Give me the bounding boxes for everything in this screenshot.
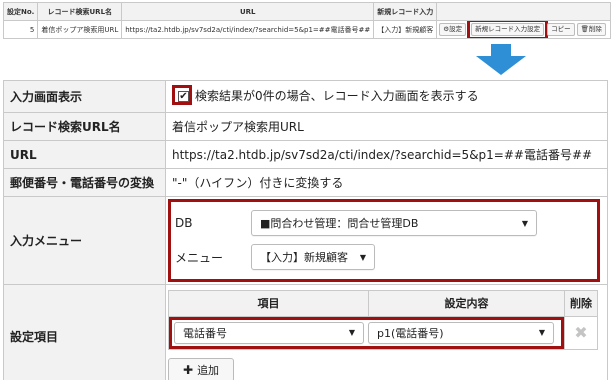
db-select[interactable]: ■問合わせ管理：問合せ管理DB ▼ [251, 210, 537, 236]
col-header-actions [436, 2, 611, 21]
row-settings: 設定項目 項目 設定内容 削除 電話番号 ▼ p1(電話番号) ▼ ✖ ✚ 追加 [3, 284, 608, 380]
trash-icon: 🗑 [580, 25, 589, 33]
row-postal-phone: 郵便番号・電話番号の変換 "-"（ハイフン）付きに変換する [3, 168, 608, 197]
col-header-new-record: 新規レコード入力 [373, 2, 438, 21]
content-select-value: p1(電話番号) [377, 326, 444, 340]
menu-label: メニュー [175, 250, 224, 265]
settings-header-row: 項目 設定内容 削除 [168, 289, 598, 317]
url-label: URL [3, 140, 166, 169]
url-value: https://ta2.htdb.jp/sv7sd2a/cti/index/?s… [165, 140, 608, 169]
caret-down-icon: ▼ [348, 328, 355, 337]
col-header-content: 設定内容 [368, 289, 565, 317]
close-icon: ✖ [574, 323, 588, 342]
new-record-setting-button[interactable]: 新規レコード入力設定 [471, 23, 545, 36]
menu-row: メニュー 【入力】新規顧客 ▼ [175, 240, 591, 274]
copy-button[interactable]: コピー [547, 23, 575, 36]
caret-down-icon: ▼ [359, 252, 366, 262]
cell-actions: ⚙設定 新規レコード入力設定 コピー 🗑削除 [436, 20, 611, 39]
caret-down-icon: ▼ [521, 218, 528, 228]
col-header-item: 項目 [168, 289, 369, 317]
settings-button-label: 設定 [449, 25, 463, 33]
add-item-button[interactable]: ✚ 追加 [168, 357, 235, 380]
db-select-value: ■問合わせ管理：問合せ管理DB [260, 217, 419, 230]
postal-phone-label: 郵便番号・電話番号の変換 [3, 168, 166, 197]
add-item-label: 追加 [197, 363, 220, 377]
search-url-name-value: 着信ポップア検索用URL [165, 112, 608, 141]
cell-new-record: 【入力】新規顧客 [373, 20, 438, 39]
input-menu-label: 入力メニュー [3, 196, 166, 285]
new-record-input-settings-form: 入力画面表示 ✔ 検索結果が0件の場合、レコード入力画面を表示する レコード検索… [3, 80, 608, 380]
settings-button[interactable]: ⚙設定 [439, 23, 467, 36]
highlight-box: 新規レコード入力設定 [467, 21, 549, 38]
row-url: URL https://ta2.htdb.jp/sv7sd2a/cti/inde… [3, 140, 608, 169]
col-header-delete: 削除 [564, 289, 598, 317]
show-input-screen-checkbox[interactable]: ✔ [178, 91, 189, 102]
down-arrow-icon [476, 44, 526, 75]
delete-button[interactable]: 🗑削除 [576, 23, 606, 36]
menu-select[interactable]: 【入力】新規顧客 ▼ [251, 244, 375, 270]
show-input-screen-option: ✔ 検索結果が0件の場合、レコード入力画面を表示する [172, 85, 479, 105]
cell-no: 5 [2, 20, 39, 39]
cell-name: 着信ポップア検索用URL [37, 20, 123, 39]
input-screen-label: 入力画面表示 [3, 80, 166, 113]
search-url-name-label: レコード検索URL名 [3, 112, 166, 141]
settings-items-table: 項目 設定内容 削除 電話番号 ▼ p1(電話番号) ▼ ✖ [168, 289, 598, 350]
table-row: 電話番号 ▼ p1(電話番号) ▼ ✖ [168, 315, 598, 350]
db-row: DB ■問合わせ管理：問合せ管理DB ▼ [175, 206, 591, 240]
table-row: 5 着信ポップア検索用URL https://ta2.htdb.jp/sv7sd… [2, 20, 611, 39]
postal-phone-value: "-"（ハイフン）付きに変換する [165, 168, 608, 197]
menu-select-value: 【入力】新規顧客 [260, 251, 348, 264]
record-search-url-list: 設定No. レコード検索URL名 URL 新規レコード入力 5 着信ポップア検索… [2, 2, 611, 39]
content-select[interactable]: p1(電話番号) ▼ [368, 321, 554, 344]
row-input-screen: 入力画面表示 ✔ 検索結果が0件の場合、レコード入力画面を表示する [3, 80, 608, 113]
list-header-row: 設定No. レコード検索URL名 URL 新規レコード入力 [2, 2, 611, 21]
highlight-box: DB ■問合わせ管理：問合せ管理DB ▼ メニュー 【入力】新規顧客 ▼ [168, 199, 600, 282]
db-label: DB [175, 216, 193, 230]
item-select[interactable]: 電話番号 ▼ [174, 321, 364, 344]
settings-label: 設定項目 [3, 284, 166, 380]
highlight-box: 電話番号 ▼ p1(電話番号) ▼ [169, 316, 564, 349]
delete-row-button[interactable]: ✖ [564, 315, 598, 350]
plus-icon: ✚ [183, 362, 194, 377]
row-input-menu: 入力メニュー DB ■問合わせ管理：問合せ管理DB ▼ メニュー 【入力】新規顧… [3, 196, 608, 285]
row-search-url-name: レコード検索URL名 着信ポップア検索用URL [3, 112, 608, 141]
col-header-name: レコード検索URL名 [37, 2, 123, 21]
cell-url: https://ta2.htdb.jp/sv7sd2a/cti/index/?s… [121, 20, 375, 39]
highlight-box: ✔ [172, 85, 192, 105]
item-select-value: 電話番号 [183, 326, 227, 340]
delete-button-label: 削除 [588, 25, 602, 33]
col-header-url: URL [121, 2, 375, 21]
col-header-no: 設定No. [2, 2, 39, 21]
caret-down-icon: ▼ [538, 328, 545, 337]
checkbox-label: 検索結果が0件の場合、レコード入力画面を表示する [195, 88, 479, 103]
